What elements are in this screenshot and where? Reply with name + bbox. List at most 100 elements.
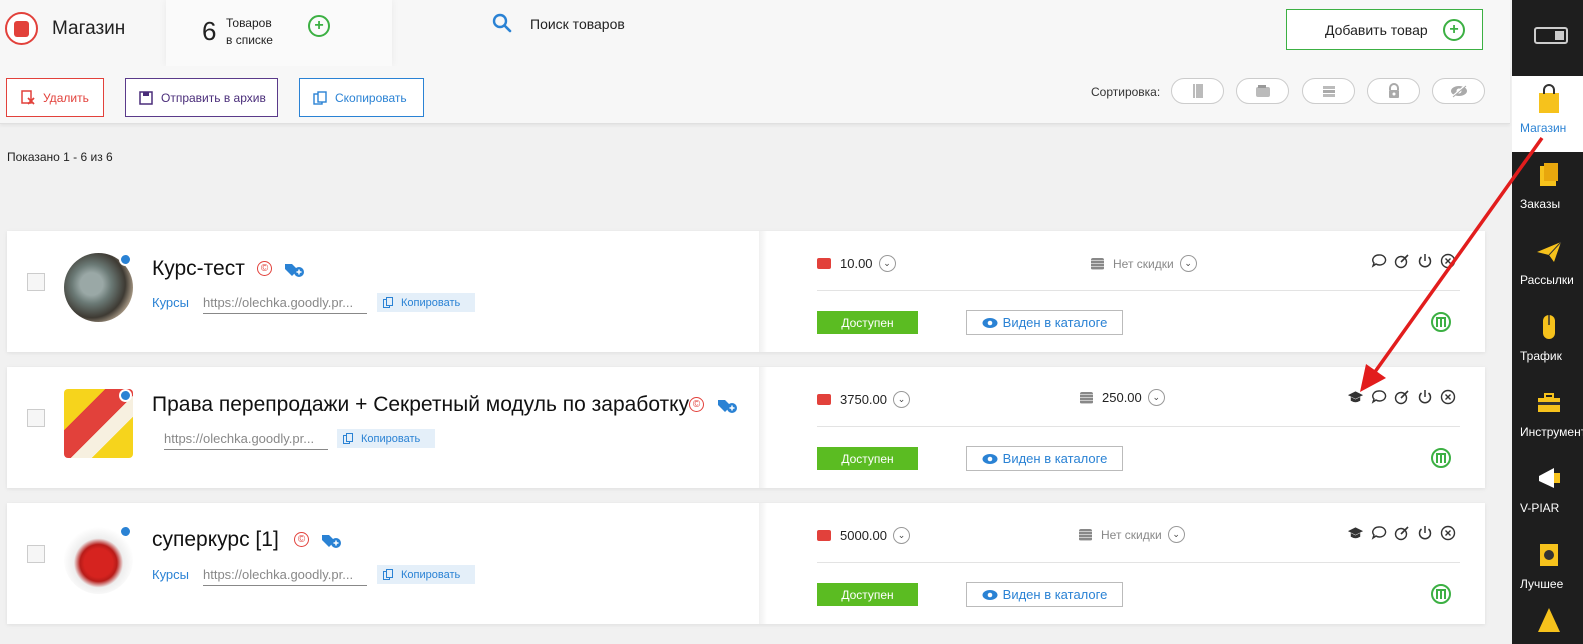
power-icon[interactable] <box>1416 524 1433 541</box>
sidebar-item-traffic[interactable]: Трафик <box>1512 304 1583 380</box>
people-icon[interactable] <box>1431 312 1451 332</box>
chevron-down-icon[interactable]: ⌄ <box>1147 389 1165 406</box>
status-badge[interactable]: Доступен <box>817 583 918 606</box>
wallet-icon <box>817 258 831 269</box>
search-label[interactable]: Поиск товаров <box>530 16 625 32</box>
comment-icon[interactable] <box>1370 388 1387 405</box>
product-card: Курс-тест © Курсы https://olechka.goodly… <box>7 231 1485 352</box>
sidebar-item-mailing[interactable]: Рассылки <box>1512 228 1583 304</box>
eye-icon <box>982 589 998 600</box>
tag-add-icon[interactable] <box>284 262 304 278</box>
product-title[interactable]: Права перепродажи + Секретный модуль по … <box>152 393 689 417</box>
product-checkbox[interactable] <box>27 273 45 291</box>
product-card: суперкурс [1] © Курсы https://olechka.go… <box>7 503 1485 624</box>
people-icon[interactable] <box>1431 584 1451 604</box>
comment-icon[interactable] <box>1370 524 1387 541</box>
shopping-bag-icon <box>1539 84 1559 113</box>
chevron-down-icon[interactable]: ⌄ <box>893 391 910 408</box>
tools-icon <box>1538 393 1560 412</box>
sort-by-coins[interactable] <box>1302 78 1355 104</box>
discount: 250.00 ⌄ <box>1080 389 1165 406</box>
graduation-cap-icon[interactable] <box>1347 524 1364 541</box>
save-disk-icon <box>139 90 153 105</box>
comment-icon[interactable] <box>1370 252 1387 269</box>
search-icon[interactable] <box>492 13 512 33</box>
chevron-down-icon[interactable]: ⌄ <box>1167 526 1185 543</box>
count-label-line2: в списке <box>226 33 273 47</box>
copy-button[interactable]: Скопировать <box>299 78 424 117</box>
chevron-down-icon[interactable]: ⌄ <box>893 527 910 544</box>
sidebar-item-orders[interactable]: Заказы <box>1512 152 1583 228</box>
best-icon <box>1540 544 1558 566</box>
sidebar-item-label: Трафик <box>1520 349 1562 363</box>
product-category[interactable]: Курсы <box>152 567 189 582</box>
sidebar-item-tools[interactable]: Инструменты <box>1512 380 1583 456</box>
product-url[interactable]: https://olechka.goodly.pr... <box>164 431 328 450</box>
sort-by-notebook[interactable] <box>1171 78 1224 104</box>
chevron-down-icon[interactable]: ⌄ <box>1179 255 1197 272</box>
product-checkbox[interactable] <box>27 409 45 427</box>
product-title[interactable]: Курс-тест <box>152 257 245 281</box>
sort-by-lock[interactable] <box>1367 78 1420 104</box>
sidebar-item-label: Рассылки <box>1520 273 1574 287</box>
add-product-label: Добавить товар <box>1325 21 1428 38</box>
sort-by-visibility[interactable] <box>1432 78 1485 104</box>
top-bar: Магазин 6 Товаров в списке + Поиск товар… <box>0 0 1510 66</box>
status-badge[interactable]: Доступен <box>817 311 918 334</box>
catalog-visibility-button[interactable]: Виден в каталоге <box>966 310 1123 335</box>
archive-button[interactable]: Отправить в архив <box>125 78 278 117</box>
product-title[interactable]: суперкурс [1] <box>152 528 279 552</box>
graduation-cap-icon[interactable] <box>1347 388 1364 405</box>
chevron-down-icon[interactable]: ⌄ <box>878 255 896 272</box>
product-category[interactable]: Курсы <box>152 295 189 310</box>
sort-by-wallet[interactable] <box>1236 78 1289 104</box>
copy-icon <box>383 569 393 580</box>
copyright-icon: © <box>689 397 704 412</box>
discount-value: Нет скидки <box>1113 256 1174 271</box>
copy-url-label: Копировать <box>401 568 461 581</box>
copy-icon <box>383 297 393 308</box>
quick-add-button[interactable]: + <box>308 15 330 37</box>
tag-add-icon[interactable] <box>321 533 341 549</box>
edit-icon[interactable] <box>1393 252 1410 269</box>
sidebar-item-shop[interactable]: Магазин <box>1512 76 1583 152</box>
close-icon[interactable] <box>1439 524 1456 541</box>
plus-icon: + <box>1443 19 1465 41</box>
edit-icon[interactable] <box>1393 524 1410 541</box>
copy-url-button[interactable]: Копировать <box>337 429 435 448</box>
discount-value: 250.00 <box>1102 390 1142 405</box>
copy-url-button[interactable]: Копировать <box>377 565 475 584</box>
close-icon[interactable] <box>1439 252 1456 269</box>
copy-url-label: Копировать <box>361 432 421 445</box>
sidebar-item-vpiar[interactable]: V-PIAR <box>1512 456 1583 532</box>
card-separator <box>817 290 1460 291</box>
status-badge[interactable]: Доступен <box>817 447 918 470</box>
catalog-visibility-button[interactable]: Виден в каталоге <box>966 582 1123 607</box>
price: 5000.00 ⌄ <box>817 527 910 544</box>
product-url[interactable]: https://olechka.goodly.pr... <box>203 295 367 314</box>
power-icon[interactable] <box>1416 252 1433 269</box>
delete-button[interactable]: Удалить <box>6 78 104 117</box>
right-sidebar: Магазин Заказы Рассылки Трафик Инструмен… <box>1512 0 1583 644</box>
sidebar-item-more[interactable] <box>1512 596 1583 644</box>
copy-url-button[interactable]: Копировать <box>377 293 475 312</box>
shop-bag-icon <box>5 12 38 45</box>
coins-icon <box>1079 528 1092 541</box>
sidebar-toggle[interactable] <box>1534 27 1568 44</box>
product-card: Права перепродажи + Секретный модуль по … <box>7 367 1485 488</box>
catalog-visibility-button[interactable]: Виден в каталоге <box>966 446 1123 471</box>
eye-icon <box>982 453 998 464</box>
power-icon[interactable] <box>1416 388 1433 405</box>
product-checkbox[interactable] <box>27 545 45 563</box>
discount: Нет скидки ⌄ <box>1091 255 1197 272</box>
close-icon[interactable] <box>1439 388 1456 405</box>
page-title: Магазин <box>52 18 126 39</box>
mailing-icon <box>1537 241 1562 262</box>
product-url[interactable]: https://olechka.goodly.pr... <box>203 567 367 586</box>
people-icon[interactable] <box>1431 448 1451 468</box>
sidebar-item-label: Заказы <box>1520 197 1561 211</box>
add-product-button[interactable]: Добавить товар + <box>1286 9 1483 50</box>
edit-icon[interactable] <box>1393 388 1410 405</box>
discount-value: Нет скидки <box>1101 527 1162 542</box>
tag-add-icon[interactable] <box>717 398 737 414</box>
